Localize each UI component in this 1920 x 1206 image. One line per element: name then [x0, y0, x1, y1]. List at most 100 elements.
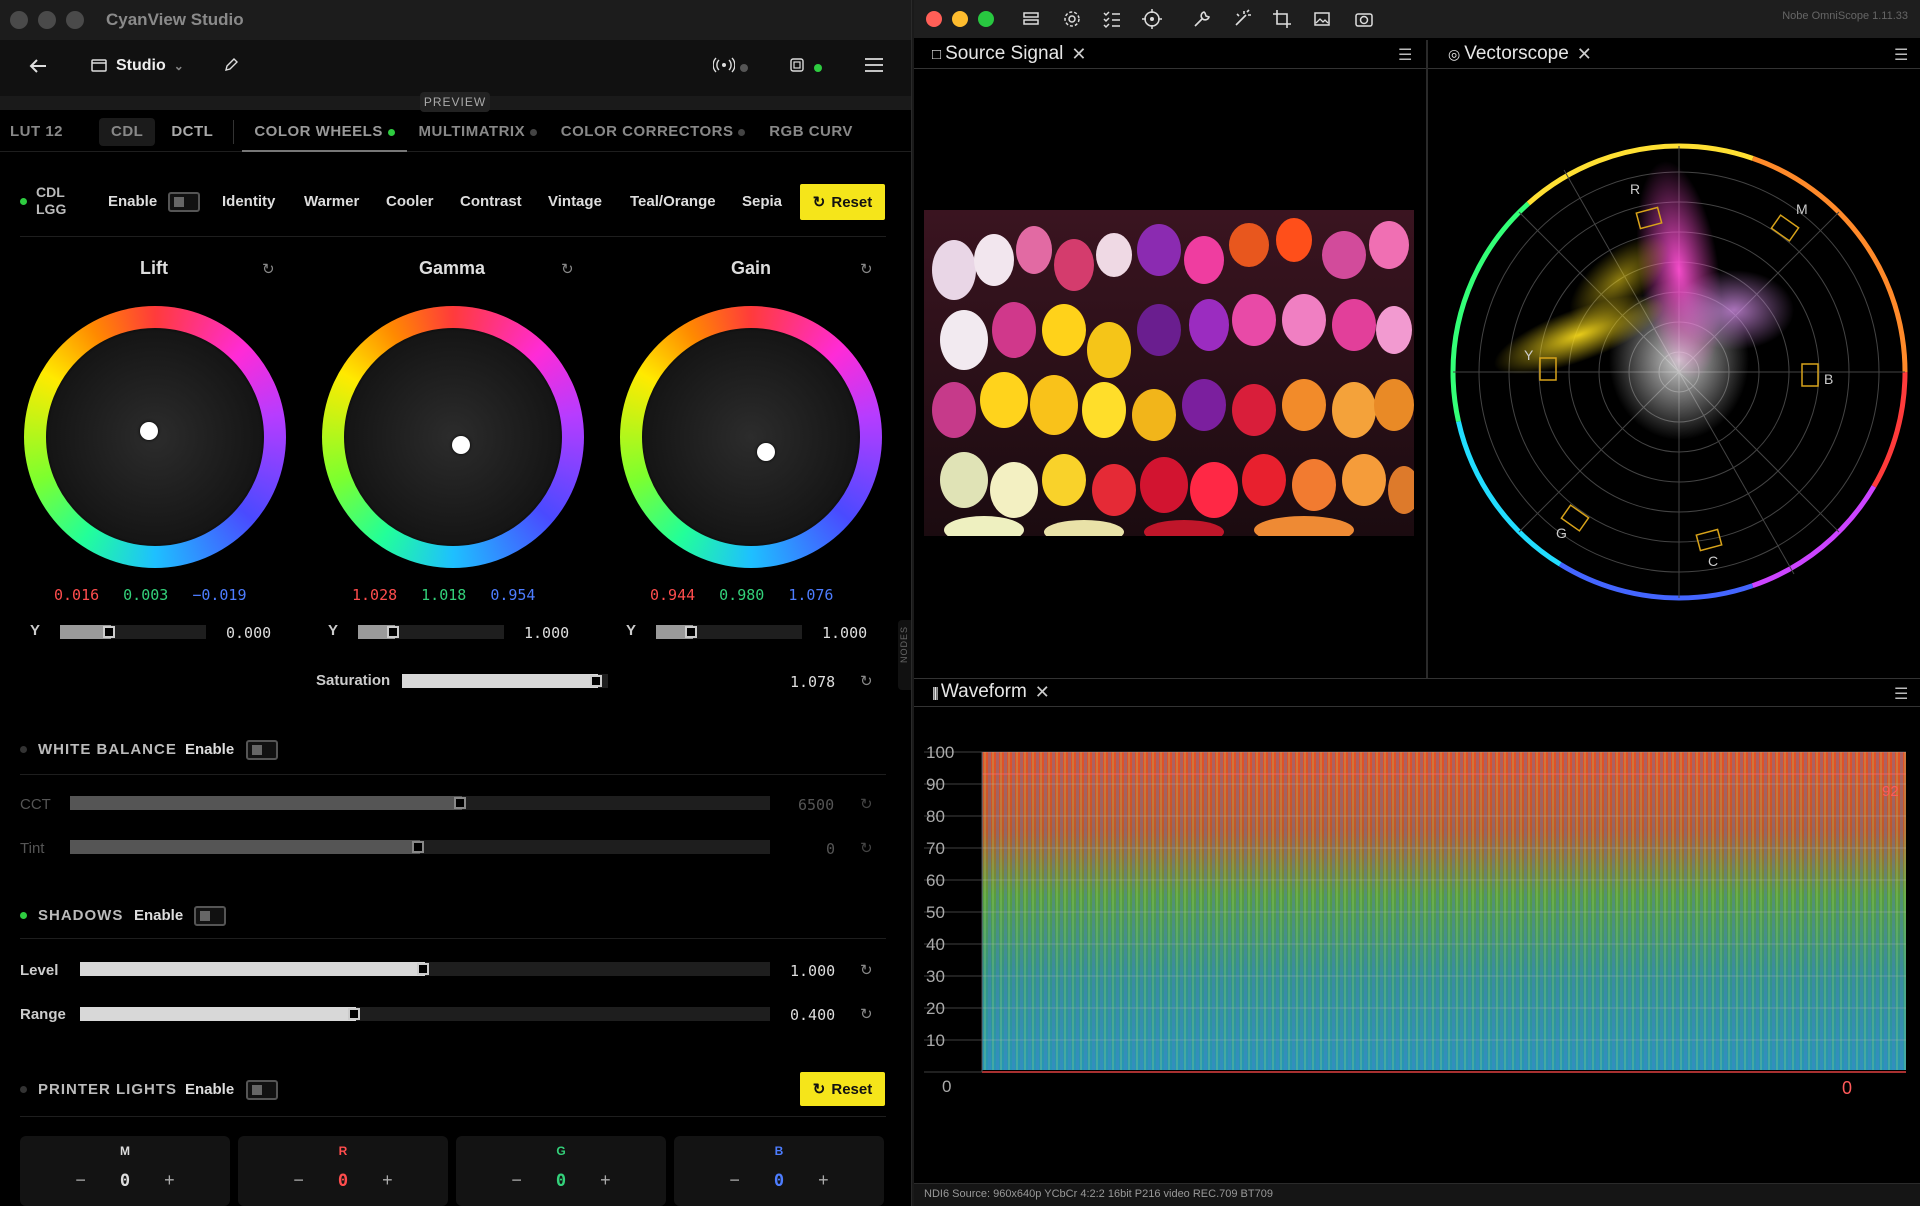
shadows-range-slider[interactable]	[80, 1007, 770, 1021]
magic-wand-icon[interactable]	[1232, 9, 1252, 29]
vectorscope-display: R M B C G Y	[1444, 140, 1914, 610]
crop-icon[interactable]	[1272, 9, 1292, 29]
layers-icon[interactable]	[1022, 10, 1040, 28]
waveform-tab[interactable]: ||| Waveform ✕	[932, 678, 1050, 706]
source-panel-menu-icon[interactable]: ☰	[1398, 45, 1412, 65]
gain-y-handle[interactable]	[685, 626, 697, 638]
printer-lights-reset-label: Reset	[831, 1080, 873, 1098]
preset-cooler[interactable]: Cooler	[386, 193, 434, 210]
vectorscope-label-r: R	[1630, 181, 1640, 197]
gain-y-slider[interactable]	[656, 625, 802, 639]
vectorscope-tab[interactable]: ◎ Vectorscope ✕	[1448, 40, 1592, 68]
plus-icon[interactable]: +	[818, 1170, 829, 1191]
lift-color-wheel[interactable]	[24, 306, 286, 568]
close-icon[interactable]: ✕	[1071, 44, 1086, 65]
zoom-window-button[interactable]	[66, 11, 84, 29]
gain-reset-icon[interactable]: ↻	[860, 260, 873, 278]
shadows-range-handle[interactable]	[348, 1008, 360, 1020]
printer-light-g-value: 0	[555, 1170, 567, 1191]
close-icon[interactable]: ✕	[1577, 44, 1592, 65]
cct-handle[interactable]	[454, 797, 466, 809]
hamburger-menu-icon[interactable]	[862, 54, 886, 76]
nodes-handle[interactable]: NODES	[898, 620, 911, 690]
saturation-reset-icon[interactable]: ↻	[860, 672, 873, 690]
pencil-icon[interactable]	[220, 54, 242, 76]
gain-color-wheel[interactable]	[620, 306, 882, 568]
checklist-icon[interactable]	[1102, 9, 1122, 29]
minimize-window-button[interactable]	[952, 11, 968, 27]
tab-color-correctors[interactable]: COLOR CORRECTORS	[549, 112, 757, 152]
close-window-button[interactable]	[926, 11, 942, 27]
gear-icon[interactable]	[1062, 9, 1082, 29]
source-video-preview	[924, 210, 1414, 536]
gamma-color-wheel[interactable]	[322, 306, 584, 568]
tint-handle[interactable]	[412, 841, 424, 853]
minus-icon[interactable]: −	[729, 1170, 740, 1191]
gamma-y-handle[interactable]	[387, 626, 399, 638]
shadows-range-reset-icon[interactable]: ↻	[860, 1005, 873, 1023]
waveform-tick-label: 80	[926, 807, 945, 826]
tab-dctl[interactable]: DCTL	[159, 112, 225, 152]
preset-identity[interactable]: Identity	[222, 193, 275, 210]
minus-icon[interactable]: −	[511, 1170, 522, 1191]
preset-contrast[interactable]: Contrast	[460, 193, 522, 210]
tab-cdl[interactable]: CDL	[99, 117, 156, 146]
shadows-level-reset-icon[interactable]: ↻	[860, 961, 873, 979]
lift-y-slider[interactable]	[60, 625, 206, 639]
plus-icon[interactable]: +	[600, 1170, 611, 1191]
lift-reset-icon[interactable]: ↻	[262, 260, 275, 278]
cct-slider[interactable]	[70, 796, 770, 810]
preset-sepia[interactable]: Sepia	[742, 193, 782, 210]
omniscope-version: Nobe OmniScope 1.11.33	[1782, 10, 1908, 22]
saturation-slider[interactable]	[402, 674, 608, 688]
images-icon[interactable]	[1312, 9, 1332, 29]
gamma-y-slider[interactable]	[358, 625, 504, 639]
shadows-level-slider[interactable]	[80, 962, 770, 976]
printer-lights-enable-toggle[interactable]	[246, 1080, 278, 1100]
white-balance-enable-toggle[interactable]	[246, 740, 278, 760]
cdl-enable-toggle[interactable]	[168, 192, 200, 212]
preset-warmer[interactable]: Warmer	[304, 193, 359, 210]
chip-icon[interactable]	[786, 54, 808, 76]
cct-reset-icon[interactable]: ↻	[860, 795, 873, 813]
vectorscope-panel-menu-icon[interactable]: ☰	[1894, 45, 1908, 65]
preset-teal-orange[interactable]: Teal/Orange	[630, 193, 716, 210]
source-signal-title: Source Signal	[945, 43, 1064, 64]
minus-icon[interactable]: −	[75, 1170, 86, 1191]
tab-multimatrix[interactable]: MULTIMATRIX	[407, 112, 549, 152]
minimize-window-button[interactable]	[38, 11, 56, 29]
preset-vintage[interactable]: Vintage	[548, 193, 602, 210]
tint-slider[interactable]	[70, 840, 770, 854]
saturation-handle[interactable]	[590, 675, 602, 687]
target-icon[interactable]	[1142, 9, 1162, 29]
printer-light-b: B − 0 +	[674, 1136, 884, 1206]
tint-reset-icon[interactable]: ↻	[860, 839, 873, 857]
lift-y-handle[interactable]	[103, 626, 115, 638]
gamma-reset-icon[interactable]: ↻	[561, 260, 574, 278]
printer-lights-reset-button[interactable]: ↻ Reset	[800, 1072, 885, 1106]
tab-rgb-curves[interactable]: RGB CURV	[757, 112, 865, 152]
tab-lut[interactable]: LUT 12	[0, 112, 75, 152]
source-signal-tab[interactable]: □ Source Signal ✕	[932, 40, 1086, 68]
gamma-wheel-knob[interactable]	[452, 436, 470, 454]
plus-icon[interactable]: +	[382, 1170, 393, 1191]
cdl-reset-button[interactable]: ↻ Reset	[800, 184, 885, 220]
back-arrow-icon[interactable]	[24, 52, 52, 80]
cdl-status-dot	[20, 198, 27, 205]
broadcast-icon[interactable]	[712, 54, 736, 76]
close-icon[interactable]: ✕	[1035, 682, 1050, 703]
wrench-icon[interactable]	[1192, 9, 1212, 29]
minus-icon[interactable]: −	[293, 1170, 304, 1191]
shadows-level-handle[interactable]	[417, 963, 429, 975]
close-window-button[interactable]	[10, 11, 28, 29]
shadows-enable-toggle[interactable]	[194, 906, 226, 926]
waveform-panel-menu-icon[interactable]: ☰	[1894, 684, 1908, 704]
camera-icon[interactable]	[1354, 9, 1374, 29]
tab-color-wheels[interactable]: COLOR WHEELS	[242, 112, 407, 152]
plus-icon[interactable]: +	[164, 1170, 175, 1191]
gain-wheel-knob[interactable]	[757, 443, 775, 461]
zoom-window-button[interactable]	[978, 11, 994, 27]
lift-wheel-knob[interactable]	[140, 422, 158, 440]
studio-selector[interactable]: Studio ⌄	[116, 57, 184, 75]
nodes-label: NODES	[899, 626, 909, 664]
